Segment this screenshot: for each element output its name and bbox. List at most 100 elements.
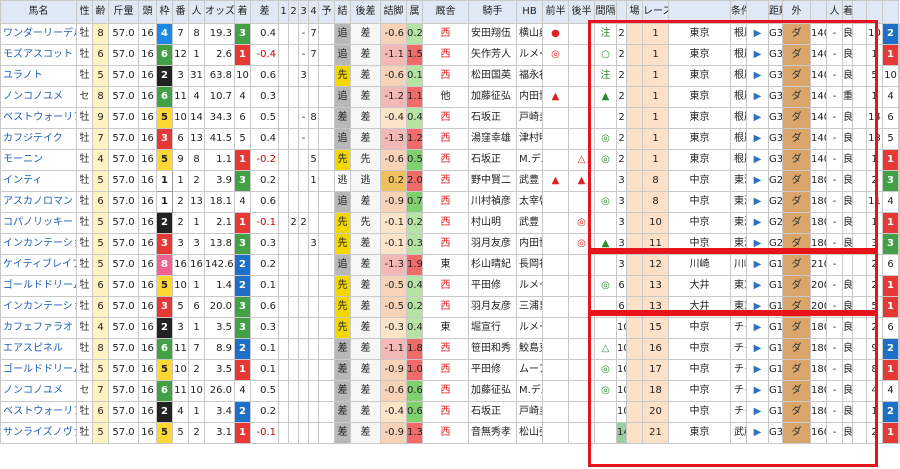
race-name-link[interactable]: 東京大賞典 (730, 275, 747, 297)
play-video-icon[interactable]: ▶ (746, 86, 769, 108)
play-video-icon[interactable]: ▶ (746, 170, 769, 192)
col-header[interactable]: 性 (76, 0, 93, 24)
col-header[interactable]: 外 (782, 0, 811, 24)
col-header[interactable] (852, 0, 867, 24)
race-name-link[interactable]: 根岸Ｓ (730, 86, 747, 108)
play-video-icon[interactable]: ▶ (746, 338, 769, 360)
col-header[interactable]: 着 (234, 0, 251, 24)
col-header[interactable]: 着 (842, 0, 853, 24)
col-header[interactable]: オッズ (204, 0, 235, 24)
table-row[interactable]: インカンテーション牡657.01635620.030.6先差-0.50.2西羽月… (0, 296, 900, 318)
play-video-icon[interactable]: ▶ (746, 380, 769, 402)
col-header[interactable]: 属 (406, 0, 423, 24)
col-header[interactable]: 場 (626, 0, 643, 24)
play-video-icon[interactable]: ▶ (746, 44, 769, 66)
col-header[interactable]: 厩舎 (422, 0, 469, 24)
horse-name-link[interactable]: ノンコノユメ (0, 86, 77, 108)
table-row[interactable]: ノンコノユメセ 7 57.0 16 6 11 10 26.0 4 0.5 差差 -0.6 0.6 西加藤征… (0, 380, 900, 402)
table-row[interactable]: コパノリッキー牡 5 57.0 16 2 2 1 2.1 1 -0.1 2 2 先先 -0.1 0.2 西村山… (0, 212, 900, 234)
col-header[interactable] (746, 0, 769, 24)
table-row[interactable]: ノンコノユメセ 8 57.0 16 6 11 4 10.7 4 0.3 追差 -1.2 1.1 他加藤征弘… (0, 86, 900, 108)
horse-name-link[interactable]: モズアスコット (0, 44, 77, 66)
horse-name-link[interactable]: インティ (0, 170, 77, 192)
col-header[interactable]: 1 (278, 0, 289, 24)
play-video-icon[interactable]: ▶ (746, 23, 769, 45)
horse-name-link[interactable]: ユラノト (0, 65, 77, 87)
horse-name-link[interactable]: モーニン (0, 149, 77, 171)
table-row[interactable]: ゴールドドリーム牡 5 57.0 16 5 10 2 3.5 1 0.1 差差 -0.9 1.0 西平田修… (0, 359, 900, 381)
play-video-icon[interactable]: ▶ (746, 317, 769, 339)
col-header[interactable] (810, 0, 827, 24)
play-video-icon[interactable]: ▶ (746, 107, 769, 129)
horse-name-link[interactable]: ベストウォーリア (0, 401, 77, 423)
race-name-link[interactable]: チャンピオン (730, 359, 747, 381)
table-row[interactable]: モズアスコット牡 6 57.0 16 6 12 1 2.6 1 -0.4-7 追差 -1.1 1.5 西矢… (0, 44, 900, 66)
race-name-link[interactable]: チャンピオン (730, 317, 747, 339)
col-header[interactable]: HB (516, 0, 543, 24)
table-row[interactable]: エアスピネル牡 8 57.0 16 6 11 7 8.9 2 0.1 差差 -1.1 1.8 西笹田和秀鮫… (0, 338, 900, 360)
play-video-icon[interactable]: ▶ (746, 254, 769, 276)
race-name-link[interactable]: 東海Ｓ (730, 191, 747, 213)
play-video-icon[interactable]: ▶ (746, 65, 769, 87)
col-header[interactable]: 前半 (542, 0, 569, 24)
table-row[interactable]: カフジテイク牡 7 57.0 16 3 6 13 41.5 5 0.4- 追差 -1.3 1.2 西湯窪幸… (0, 128, 900, 150)
race-name-link[interactable]: チャンピオン (730, 380, 747, 402)
col-header[interactable]: 後半 (568, 0, 595, 24)
horse-name-link[interactable]: カフジテイク (0, 128, 77, 150)
col-header[interactable]: 3 (298, 0, 309, 24)
table-row[interactable]: ユラノト牡 5 57.0 16 2 3 31 63.8 10 0.6 3 先差 -0.6 0.1 西松田国英… (0, 65, 900, 87)
col-header[interactable] (616, 0, 627, 24)
play-video-icon[interactable]: ▶ (746, 149, 769, 171)
race-name-link[interactable]: 東海Ｓ (730, 170, 747, 192)
race-name-link[interactable]: 根岸Ｓ (730, 128, 747, 150)
col-header[interactable] (668, 0, 731, 24)
horse-name-link[interactable]: ノンコノユメ (0, 380, 77, 402)
horse-name-link[interactable]: インカンテーション (0, 296, 77, 318)
play-video-icon[interactable]: ▶ (746, 422, 769, 444)
horse-name-link[interactable]: ベストウォーリア (0, 107, 77, 129)
horse-name-link[interactable]: エアスピネル (0, 338, 77, 360)
play-video-icon[interactable]: ▶ (746, 401, 769, 423)
col-header[interactable]: 頭 (138, 0, 157, 24)
play-video-icon[interactable]: ▶ (746, 296, 769, 318)
col-header[interactable]: 結 (334, 0, 351, 24)
race-name-link[interactable]: 川崎記念（中 (730, 254, 747, 276)
col-header[interactable]: 間隔 (594, 0, 617, 24)
horse-name-link[interactable]: サンライズノヴァ (0, 422, 77, 444)
table-row[interactable]: アスカノロマン牡 6 57.0 16 1 2 13 18.1 4 0.6 追差 -0.9 0.7 西川村禎… (0, 191, 900, 213)
col-header[interactable]: 斤量 (108, 0, 139, 24)
table-row[interactable]: サンライズノヴァ牡 5 57.0 16 5 5 2 3.1 1 -0.1 差差 -0.9 1.3 西音無秀… (0, 422, 900, 444)
race-name-link[interactable]: 東海Ｓ (730, 233, 747, 255)
col-header[interactable]: 後差 (350, 0, 381, 24)
col-header[interactable]: 人 (188, 0, 205, 24)
play-video-icon[interactable]: ▶ (746, 212, 769, 234)
table-row[interactable]: ベストウォーリア牡 9 57.0 16 5 10 14 34.3 6 0.5-8 差差 -0.4 0.4… (0, 107, 900, 129)
table-row[interactable]: ケイティブレイブ牡 5 57.0 16 8 16 16 142.6 2 0.2 追差 -1.3 1.9 東… (0, 254, 900, 276)
race-name-link[interactable]: チャンピオン (730, 338, 747, 360)
play-video-icon[interactable]: ▶ (746, 233, 769, 255)
horse-name-link[interactable]: アスカノロマン (0, 191, 77, 213)
race-name-link[interactable]: 根岸Ｓ (730, 107, 747, 129)
race-name-link[interactable]: 東京大賞典 (730, 296, 747, 318)
horse-name-link[interactable]: ケイティブレイブ (0, 254, 77, 276)
col-header[interactable]: 詰脚 (380, 0, 407, 24)
race-name-link[interactable]: 根岸Ｓ (730, 149, 747, 171)
col-header[interactable]: 条件 (730, 0, 747, 24)
play-video-icon[interactable]: ▶ (746, 191, 769, 213)
race-name-link[interactable]: チャンピオン (730, 401, 747, 423)
table-row[interactable]: ワンダーリーデル牡 8 57.0 16 4 7 8 19.3 3 0.4-7 追差 -0.6 0.2 西安… (0, 23, 900, 45)
race-name-link[interactable]: 根岸Ｓ (730, 65, 747, 87)
table-row[interactable]: ベストウォーリア牡 6 57.0 16 2 4 1 3.4 2 0.2 差差 -0.4 0.6 西石坂正戸… (0, 401, 900, 423)
horse-name-link[interactable]: カフェファラオ (0, 317, 77, 339)
race-name-link[interactable]: 武蔵野Ｓ (730, 422, 747, 444)
table-row[interactable]: インティ牡 5 57.0 16 1 1 2 3.9 3 0.2 1 逃逃 0.2 2.0 西野中賢二 武豊 ▲ ▲… (0, 170, 900, 192)
table-row[interactable]: ゴールドドリーム牡 6 57.0 16 5 10 1 1.4 2 0.1 先差 -0.5 0.4 西平田修… (0, 275, 900, 297)
col-header[interactable]: 距離 (768, 0, 783, 24)
col-header[interactable]: 番 (172, 0, 189, 24)
race-name-link[interactable]: 東海Ｓ (730, 212, 747, 234)
col-header[interactable]: 騎手 (468, 0, 517, 24)
horse-name-link[interactable]: ワンダーリーデル (0, 23, 77, 45)
col-header[interactable]: 人 (826, 0, 843, 24)
col-header[interactable]: 枠 (156, 0, 173, 24)
col-header[interactable]: 差 (250, 0, 279, 24)
